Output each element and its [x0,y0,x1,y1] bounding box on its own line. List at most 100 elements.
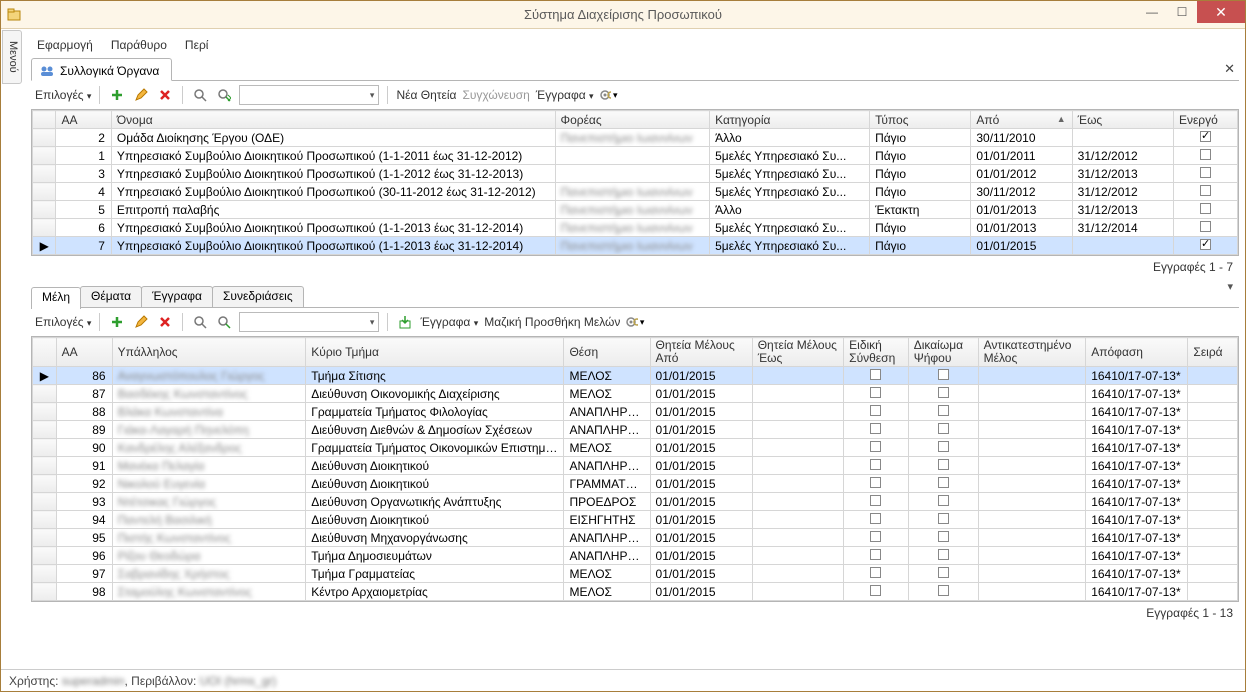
members-grid[interactable]: ΑΑ Υπάλληλος Κύριο Τμήμα Θέση Θητεία Μέλ… [31,336,1239,602]
menu-app[interactable]: Εφαρμογή [37,38,93,52]
vote-checkbox[interactable] [938,477,949,488]
options-menu[interactable]: Επιλογές ▾ [35,88,91,102]
vote-checkbox[interactable] [938,441,949,452]
special-checkbox[interactable] [870,423,881,434]
col-body[interactable]: Φορέας [555,111,710,129]
filter-dropdown[interactable]: ▾ [239,85,379,105]
col2-decision[interactable]: Απόφαση [1086,338,1188,367]
col2-replaced[interactable]: Αντικατεστημένο Μέλος [978,338,1086,367]
vote-checkbox[interactable] [938,567,949,578]
special-checkbox[interactable] [870,585,881,596]
active-checkbox[interactable] [1200,221,1211,232]
bulk-add-button[interactable]: Μαζική Προσθήκη Μελών [484,315,620,329]
options-menu-2[interactable]: Επιλογές ▾ [35,315,91,329]
col2-vote[interactable]: Δικαίωμα Ψήφου [908,338,978,367]
col2-to[interactable]: Θητεία Μέλους Έως [752,338,843,367]
minimize-button[interactable]: — [1137,1,1167,23]
menu-window[interactable]: Παράθυρο [111,38,167,52]
search-icon[interactable] [191,86,209,104]
table-row[interactable]: ▶7Υπηρεσιακό Συμβούλιο Διοικητικού Προσω… [33,237,1238,255]
table-row[interactable]: 97Σαβρανίδης ΧρήστοςΤμήμα ΓραμματείαςΜΕΛ… [33,565,1238,583]
vote-checkbox[interactable] [938,513,949,524]
col-category[interactable]: Κατηγορία [710,111,870,129]
edit-icon[interactable] [132,86,150,104]
vote-checkbox[interactable] [938,495,949,506]
vote-checkbox[interactable] [938,405,949,416]
vote-checkbox[interactable] [938,459,949,470]
table-row[interactable]: 1Υπηρεσιακό Συμβούλιο Διοικητικού Προσωπ… [33,147,1238,165]
side-menu-tab[interactable]: Μενού [2,30,22,84]
delete-icon-2[interactable] [156,313,174,331]
special-checkbox[interactable] [870,513,881,524]
table-row[interactable]: 5Επιτροπή παλαβήςΠανεπιστήμιο ΙωαννίνωνΆ… [33,201,1238,219]
tab-close-button[interactable]: ✕ [1224,61,1235,77]
col-type[interactable]: Τύπος [870,111,971,129]
special-checkbox[interactable] [870,459,881,470]
vote-checkbox[interactable] [938,387,949,398]
vote-checkbox[interactable] [938,585,949,596]
active-checkbox[interactable] [1200,149,1211,160]
vote-checkbox[interactable] [938,423,949,434]
refresh-icon[interactable] [215,86,233,104]
special-checkbox[interactable] [870,567,881,578]
refresh-icon-2[interactable] [215,313,233,331]
col-active[interactable]: Ενεργό [1173,111,1237,129]
col-from[interactable]: Από▲ [971,111,1072,129]
table-row[interactable]: 89Γιάκα-Λαγαρή ΠηνελόπηΔιεύθυνση Διεθνών… [33,421,1238,439]
edit-icon-2[interactable] [132,313,150,331]
active-checkbox[interactable] [1200,239,1211,250]
active-checkbox[interactable] [1200,131,1211,142]
col-aa[interactable]: ΑΑ [56,111,111,129]
special-checkbox[interactable] [870,441,881,452]
import-icon[interactable] [396,313,414,331]
add-icon-2[interactable] [108,313,126,331]
col-name[interactable]: Όνομα [111,111,555,129]
tab-collective-bodies[interactable]: Συλλογικά Όργανα [31,58,172,81]
special-checkbox[interactable] [870,405,881,416]
bodies-grid[interactable]: ΑΑ Όνομα Φορέας Κατηγορία Τύπος Από▲ Έως… [31,109,1239,256]
vote-checkbox[interactable] [938,549,949,560]
vote-checkbox[interactable] [938,531,949,542]
tab-members[interactable]: Μέλη [31,287,81,309]
table-row[interactable]: 87Βασδέκης ΚωνσταντίνοςΔιεύθυνση Οικονομ… [33,385,1238,403]
col-to[interactable]: Έως [1072,111,1173,129]
table-row[interactable]: ▶86Αναγνωστόπουλος ΓιώργοςΤμήμα ΣίτισηςΜ… [33,367,1238,385]
delete-icon[interactable] [156,86,174,104]
gear-icon[interactable]: ▾ [600,86,618,104]
table-row[interactable]: 95Πιστής ΚωνσταντίνοςΔιεύθυνση Μηχανοργά… [33,529,1238,547]
special-checkbox[interactable] [870,369,881,380]
tab-docs[interactable]: Έγγραφα [141,286,213,307]
tab-topics[interactable]: Θέματα [80,286,142,307]
table-row[interactable]: 2Ομάδα Διοίκησης Έργου (ΟΔΕ)Πανεπιστήμιο… [33,129,1238,147]
tab-sessions[interactable]: Συνεδριάσεις [212,286,304,307]
vote-checkbox[interactable] [938,369,949,380]
maximize-button[interactable]: ☐ [1167,1,1197,23]
table-row[interactable]: 93Ντέτσικας ΓιώργοςΔιεύθυνση Οργανωτικής… [33,493,1238,511]
special-checkbox[interactable] [870,549,881,560]
active-checkbox[interactable] [1200,203,1211,214]
new-term-button[interactable]: Νέα Θητεία [396,88,456,102]
docs-menu-2[interactable]: Έγγραφα ▾ [420,315,478,329]
table-row[interactable]: 91Μανέκα ΠελαγίαΔιεύθυνση ΔιοικητικούΑΝΑ… [33,457,1238,475]
table-row[interactable]: 3Υπηρεσιακό Συμβούλιο Διοικητικού Προσωπ… [33,165,1238,183]
table-row[interactable]: 92Νικολού ΕυγενίαΔιεύθυνση ΔιοικητικούΓΡ… [33,475,1238,493]
active-checkbox[interactable] [1200,185,1211,196]
special-checkbox[interactable] [870,477,881,488]
active-checkbox[interactable] [1200,167,1211,178]
special-checkbox[interactable] [870,387,881,398]
add-icon[interactable] [108,86,126,104]
gear-icon-2[interactable]: ▾ [626,313,644,331]
col2-order[interactable]: Σειρά [1188,338,1238,367]
col2-pos[interactable]: Θέση [564,338,650,367]
close-button[interactable]: ✕ [1197,1,1245,23]
special-checkbox[interactable] [870,495,881,506]
table-row[interactable]: 88Βλάκα ΚωνσταντίναΓραμματεία Τμήματος Φ… [33,403,1238,421]
table-row[interactable]: 90Κανδρέλης ΑλέξανδροςΓραμματεία Τμήματο… [33,439,1238,457]
col2-dept[interactable]: Κύριο Τμήμα [306,338,564,367]
col2-aa[interactable]: ΑΑ [56,338,112,367]
docs-menu[interactable]: Έγγραφα ▾ [536,88,594,102]
filter-dropdown-2[interactable]: ▾ [239,312,379,332]
col2-from[interactable]: Θητεία Μέλους Από [650,338,752,367]
table-row[interactable]: 94Παντελή ΒασιλικήΔιεύθυνση ΔιοικητικούΕ… [33,511,1238,529]
table-row[interactable]: 6Υπηρεσιακό Συμβούλιο Διοικητικού Προσωπ… [33,219,1238,237]
